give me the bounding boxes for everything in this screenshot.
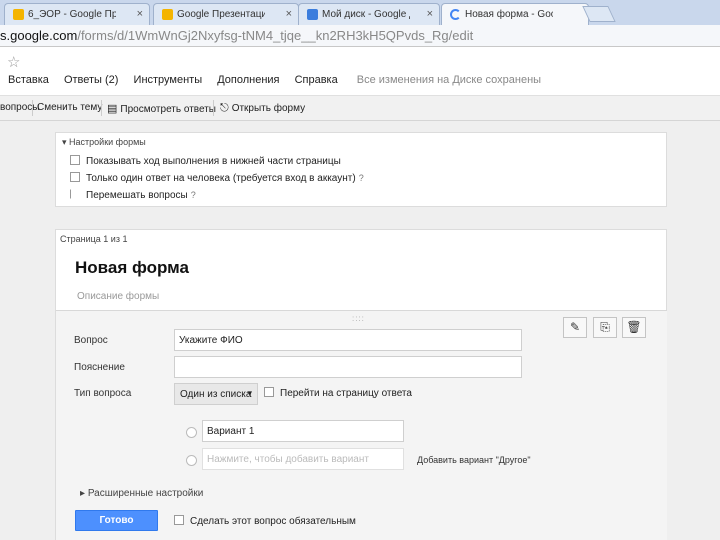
question-editor: :::: ✎ ⎘ 🗑 Вопрос Укажите ФИО Пояснение …: [56, 310, 667, 540]
form-title[interactable]: Новая форма: [75, 258, 189, 278]
go-to-page-option[interactable]: Перейти на страницу ответа: [264, 387, 412, 399]
menu-responses[interactable]: Ответы (2): [64, 74, 119, 86]
drag-handle-icon[interactable]: ::::: [352, 314, 365, 323]
star-icon[interactable]: ☆: [7, 53, 20, 71]
duplicate-icon[interactable]: ⎘: [593, 317, 617, 338]
question-type-select[interactable]: Один из списка ▾: [174, 383, 258, 405]
open-form-button[interactable]: ⎋ Открыть форму: [220, 102, 305, 115]
close-tab-icon[interactable]: ×: [427, 8, 433, 20]
slides-favicon-icon: [13, 9, 24, 20]
responses-icon: ▤: [107, 103, 118, 115]
option-input-1[interactable]: Вариант 1: [202, 420, 404, 442]
browser-tab-1[interactable]: 6_ЭОР - Google Презента ×: [4, 3, 150, 25]
toolbar-divider: [32, 100, 33, 116]
close-tab-icon[interactable]: ×: [286, 8, 292, 20]
required-toggle[interactable]: Сделать этот вопрос обязательным: [174, 515, 356, 527]
form-settings-panel: ▾ Настройки формы Показывать ход выполне…: [55, 132, 667, 207]
chevron-down-icon: ▾: [247, 388, 252, 398]
address-bar[interactable]: s.google.com/forms/d/1WmWnGj2Nxyfsg-tNM4…: [0, 25, 720, 47]
toolbar: вопросы Сменить тему ▤ Просмотреть ответы…: [0, 95, 720, 121]
checkbox[interactable]: [174, 515, 184, 525]
advanced-settings-toggle[interactable]: ▸ Расширенные настройки: [80, 488, 203, 499]
menu-insert[interactable]: Вставка: [8, 74, 49, 86]
expand-triangle-icon: ▸: [80, 488, 88, 499]
checkbox[interactable]: [70, 189, 80, 199]
form-description[interactable]: Описание формы: [77, 291, 159, 302]
loading-spinner-icon: [450, 9, 461, 20]
browser-tab-strip: 6_ЭОР - Google Презента × Google Презент…: [0, 0, 720, 26]
checkbox[interactable]: [264, 387, 274, 397]
close-tab-icon[interactable]: ×: [137, 8, 143, 20]
add-question-button[interactable]: вопросы: [0, 102, 40, 113]
browser-tab-4-active[interactable]: Новая форма - Google Ф: [441, 3, 589, 26]
question-type-label: Тип вопроса: [74, 388, 132, 399]
radio-icon: [186, 427, 197, 438]
radio-icon: [186, 455, 197, 466]
form-settings-toggle[interactable]: ▾ Настройки формы: [62, 137, 146, 148]
question-title-input[interactable]: Укажите ФИО: [174, 329, 522, 351]
edit-pencil-icon[interactable]: ✎: [563, 317, 587, 338]
menu-help[interactable]: Справка: [295, 74, 338, 86]
open-form-icon: ⎋: [220, 102, 229, 114]
view-responses-button[interactable]: ▤ Просмотреть ответы: [107, 102, 216, 115]
help-text-input[interactable]: [174, 356, 522, 378]
menu-tools[interactable]: Инструменты: [134, 74, 203, 86]
question-title-label: Вопрос: [74, 335, 108, 346]
menu-bar: Вставка Ответы (2) Инструменты Дополнени…: [8, 74, 553, 86]
change-theme-button[interactable]: Сменить тему: [37, 102, 102, 113]
browser-tab-2[interactable]: Google Презентации ×: [153, 3, 299, 25]
done-button[interactable]: Готово: [75, 510, 158, 531]
checkbox[interactable]: [70, 172, 80, 182]
setting-shuffle-questions[interactable]: Перемешать вопросы?: [70, 189, 196, 201]
drive-favicon-icon: [307, 9, 318, 20]
collapse-triangle-icon: ▾: [62, 137, 70, 147]
toolbar-divider: [213, 100, 214, 116]
url-text[interactable]: s.google.com/forms/d/1WmWnGj2Nxyfsg-tNM4…: [0, 28, 473, 43]
add-option-input[interactable]: Нажмите, чтобы добавить вариант: [202, 448, 404, 470]
slides-favicon-icon: [162, 9, 173, 20]
page-indicator: Страница 1 из 1: [60, 234, 128, 244]
setting-progress-bar[interactable]: Показывать ход выполнения в нижней части…: [70, 155, 341, 167]
browser-tab-3[interactable]: Мой диск - Google Диск ×: [298, 3, 440, 25]
toolbar-divider: [101, 100, 102, 116]
app-header: ☆ Вставка Ответы (2) Инструменты Дополне…: [0, 47, 720, 95]
help-icon[interactable]: ?: [191, 190, 196, 200]
save-status: Все изменения на Диске сохранены: [356, 74, 542, 86]
setting-one-response[interactable]: Только один ответ на человека (требуется…: [70, 172, 364, 184]
help-icon[interactable]: ?: [359, 173, 364, 183]
checkbox[interactable]: [70, 155, 80, 165]
menu-addons[interactable]: Дополнения: [217, 74, 279, 86]
add-other-link[interactable]: Добавить вариант "Другое": [417, 455, 531, 465]
delete-trash-icon[interactable]: 🗑: [622, 317, 646, 338]
help-text-label: Пояснение: [74, 362, 125, 373]
